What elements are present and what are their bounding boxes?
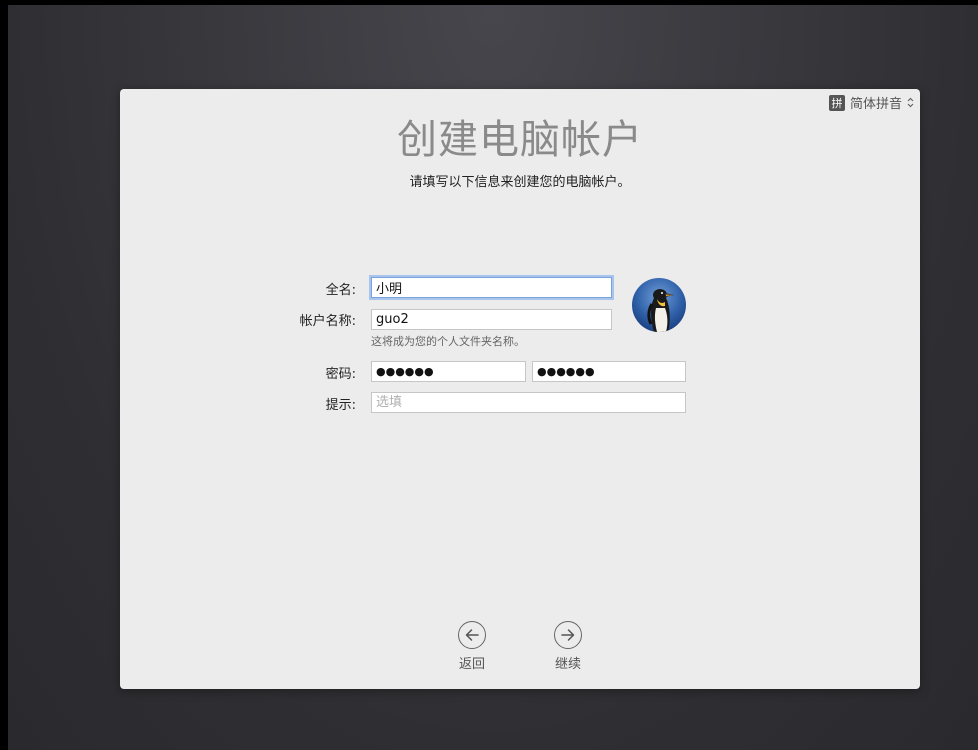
setup-panel: 拼 简体拼音 创建电脑帐户 请填写以下信息来创建您的电脑帐户。 全名: 帐户名称… bbox=[120, 89, 920, 689]
password-hint-field[interactable] bbox=[371, 392, 686, 413]
back-button[interactable]: 返回 bbox=[442, 621, 502, 672]
account-name-field[interactable] bbox=[371, 309, 612, 330]
arrow-left-icon bbox=[458, 621, 486, 649]
hint-label: 提示: bbox=[325, 398, 356, 413]
penguin-icon bbox=[632, 278, 686, 332]
arrow-right-icon bbox=[554, 621, 582, 649]
account-name-label: 帐户名称: bbox=[299, 314, 356, 329]
account-name-hint: 这将成为您的个人文件夹名称。 bbox=[371, 335, 525, 348]
full-name-field[interactable] bbox=[371, 277, 612, 298]
user-avatar[interactable] bbox=[632, 278, 686, 332]
continue-label: 继续 bbox=[554, 657, 581, 672]
page-subtitle: 请填写以下信息来创建您的电脑帐户。 bbox=[409, 175, 631, 190]
page-title: 创建电脑帐户 bbox=[397, 117, 643, 163]
continue-button[interactable]: 继续 bbox=[538, 621, 598, 672]
full-name-label: 全名: bbox=[325, 283, 356, 298]
password-label: 密码: bbox=[325, 367, 356, 382]
password-field[interactable] bbox=[371, 361, 526, 382]
password-verify-field[interactable] bbox=[532, 361, 686, 382]
back-label: 返回 bbox=[458, 657, 485, 672]
